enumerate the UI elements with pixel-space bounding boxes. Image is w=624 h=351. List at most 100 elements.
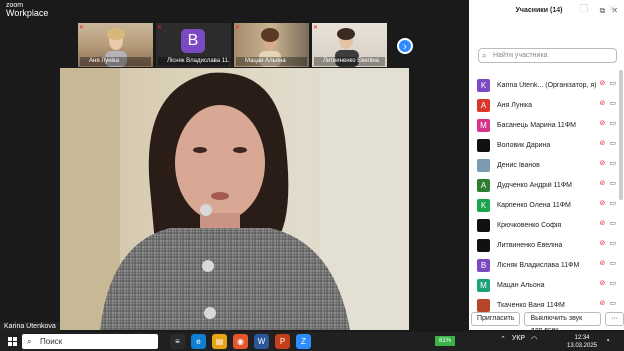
taskbar-app-icon[interactable]: ◉ bbox=[233, 334, 248, 349]
participant-row[interactable]: Крючковенко Софія ⊘ ▭ bbox=[477, 215, 617, 235]
participant-row[interactable]: Литвиненко Евеліна ⊘ ▭ bbox=[477, 235, 617, 255]
thumbnail-tile[interactable]: ✕ Литвиненко Евеліна bbox=[312, 23, 387, 67]
muted-mic-camera-icons: ⊘ ▭ bbox=[600, 199, 617, 207]
avatar: A bbox=[477, 178, 490, 192]
notification-icon[interactable]: ◔ bbox=[605, 336, 610, 345]
maximize-button[interactable]: ❐ bbox=[570, 0, 598, 20]
avatar bbox=[477, 298, 490, 312]
participant-list-scrollbar[interactable] bbox=[619, 70, 623, 200]
participant-name: Басанець Марина 11ФМ bbox=[497, 121, 576, 129]
participants-panel: ⌕ Найти участника K Karina Utenk... (Орга… bbox=[469, 20, 624, 330]
thumbnail-tile[interactable]: ✕ Аня Луніка bbox=[78, 23, 153, 67]
muted-mic-camera-icons: ⊘ ▭ bbox=[600, 179, 617, 187]
search-placeholder: Найти участника bbox=[493, 52, 548, 59]
muted-mic-camera-icons: ⊘ ▭ bbox=[600, 159, 617, 167]
participant-row[interactable]: K Карпенко Олена 11ФМ ⊘ ▭ bbox=[477, 195, 617, 215]
battery-indicator[interactable]: 81% bbox=[435, 336, 455, 346]
clock[interactable]: 12:34 13.03.2025 bbox=[566, 334, 598, 350]
zoom-logo: zoom Workplace bbox=[6, 2, 49, 18]
avatar bbox=[477, 238, 490, 252]
active-speaker-video bbox=[60, 68, 409, 330]
participant-name: Лісняк Владислава 11ФМ bbox=[497, 261, 580, 269]
camera-icon: ▭ bbox=[609, 200, 617, 207]
muted-mic-camera-icons: ⊘ ▭ bbox=[600, 139, 617, 147]
taskbar-app-icon[interactable]: W bbox=[254, 334, 269, 349]
speaker-video-frame bbox=[60, 68, 409, 330]
mic-off-icon: ⊘ bbox=[599, 140, 607, 147]
participant-row[interactable]: K Karina Utenk... (Організатор, я) ⊘ ▭ bbox=[477, 75, 617, 95]
mute-all-button[interactable]: Выключить звук для всех bbox=[524, 312, 601, 334]
muted-mic-icon: ✕ bbox=[235, 25, 241, 31]
mic-off-icon: ⊘ bbox=[599, 180, 607, 187]
windows-start-icon[interactable] bbox=[8, 337, 17, 346]
participant-name: Крючковенко Софія bbox=[497, 221, 562, 229]
wifi-icon[interactable]: ◠ bbox=[531, 335, 537, 343]
taskbar-app-icon[interactable]: P bbox=[275, 334, 290, 349]
minimize-button[interactable]: — bbox=[542, 0, 570, 20]
camera-icon: ▭ bbox=[609, 280, 617, 287]
participant-row[interactable]: A Аня Луніка ⊘ ▭ bbox=[477, 95, 617, 115]
avatar: B bbox=[477, 258, 490, 272]
taskbar-app-icon[interactable]: e bbox=[191, 334, 206, 349]
more-options-button[interactable]: ··· bbox=[605, 312, 624, 326]
avatar: A bbox=[477, 98, 490, 112]
participant-list: K Karina Utenk... (Організатор, я) ⊘ ▭ A Аня… bbox=[477, 75, 617, 315]
taskbar-search[interactable]: ⌕ Поиск bbox=[22, 334, 158, 349]
participant-row[interactable]: Денис Іванов ⊘ ▭ bbox=[477, 155, 617, 175]
muted-mic-camera-icons: ⊘ ▭ bbox=[600, 299, 617, 307]
thumbnail-tile[interactable]: ✕ Мацан Альона bbox=[234, 23, 309, 67]
mic-off-icon: ⊘ bbox=[599, 200, 607, 207]
taskbar-app-icon[interactable]: ≡ bbox=[170, 334, 185, 349]
participant-row[interactable]: M Мацан Альона ⊘ ▭ bbox=[477, 275, 617, 295]
camera-icon: ▭ bbox=[609, 120, 617, 127]
speaker-name-tag: Karina Utenkova bbox=[0, 322, 60, 332]
participant-name: Денис Іванов bbox=[497, 161, 540, 169]
camera-icon: ▭ bbox=[609, 140, 617, 147]
muted-mic-camera-icons: ⊘ ▭ bbox=[600, 99, 617, 107]
participant-row[interactable]: B Лісняк Владислава 11ФМ ⊘ ▭ bbox=[477, 255, 617, 275]
panel-footer: Пригласить Выключить звук для всех ··· bbox=[471, 312, 624, 334]
muted-mic-camera-icons: ⊘ ▭ bbox=[600, 219, 617, 227]
participant-row[interactable]: A Дудченко Андрій 11ФМ ⊘ ▭ bbox=[477, 175, 617, 195]
avatar: K bbox=[477, 78, 490, 92]
muted-mic-icon: ✕ bbox=[79, 25, 85, 31]
participant-row[interactable]: Воловик Дарина ⊘ ▭ bbox=[477, 135, 617, 155]
avatar: B bbox=[181, 29, 205, 53]
camera-icon: ▭ bbox=[609, 240, 617, 247]
close-button[interactable]: ✕ bbox=[598, 0, 624, 20]
camera-icon: ▭ bbox=[609, 100, 617, 107]
title-bar: zoom Workplace bbox=[0, 0, 469, 20]
jacket-button bbox=[200, 204, 212, 216]
taskbar-apps: ≡ e ▤ ◉ W P Z bbox=[170, 334, 311, 349]
avatar bbox=[477, 218, 490, 232]
language-indicator[interactable]: УКР bbox=[512, 335, 525, 343]
muted-mic-camera-icons: ⊘ ▭ bbox=[600, 79, 617, 87]
clock-date: 13.03.2025 bbox=[566, 343, 598, 349]
mic-off-icon: ⊘ bbox=[599, 280, 607, 287]
participant-name: Мацан Альона bbox=[497, 281, 545, 289]
avatar: M bbox=[477, 118, 490, 132]
thumbnail-name: Лісняк Владислава 11... bbox=[158, 57, 229, 66]
taskbar-app-icon[interactable]: Z bbox=[296, 334, 311, 349]
participant-name: Литвиненко Евеліна bbox=[497, 241, 563, 249]
invite-button[interactable]: Пригласить bbox=[471, 312, 521, 326]
thumbnail-tile[interactable]: B ✕ Лісняк Владислава 11... bbox=[156, 23, 231, 67]
camera-icon: ▭ bbox=[609, 80, 617, 87]
muted-mic-icon: ✕ bbox=[157, 25, 163, 31]
chevron-up-icon[interactable]: ⌃ bbox=[500, 335, 506, 343]
zoom-meeting-window: zoom Workplace Учасники (14) ⧉ ✕ — ❐ ✕ ✕… bbox=[0, 0, 624, 351]
taskbar-app-icon[interactable]: ▤ bbox=[212, 334, 227, 349]
participant-search-input[interactable]: ⌕ Найти участника bbox=[478, 48, 617, 63]
window-controls: — ❐ ✕ bbox=[542, 0, 624, 20]
participant-name: Дудченко Андрій 11ФМ bbox=[497, 181, 572, 189]
avatar bbox=[477, 138, 490, 152]
camera-icon: ▭ bbox=[609, 260, 617, 267]
participant-row[interactable]: M Басанець Марина 11ФМ ⊘ ▭ bbox=[477, 115, 617, 135]
system-tray: ⌃ УКР ◠ bbox=[500, 335, 537, 343]
jacket-button bbox=[204, 307, 216, 319]
camera-icon: ▭ bbox=[609, 300, 617, 307]
mic-off-icon: ⊘ bbox=[599, 120, 607, 127]
mic-off-icon: ⊘ bbox=[599, 260, 607, 267]
avatar: K bbox=[477, 198, 490, 212]
next-page-button[interactable]: › bbox=[397, 38, 413, 54]
